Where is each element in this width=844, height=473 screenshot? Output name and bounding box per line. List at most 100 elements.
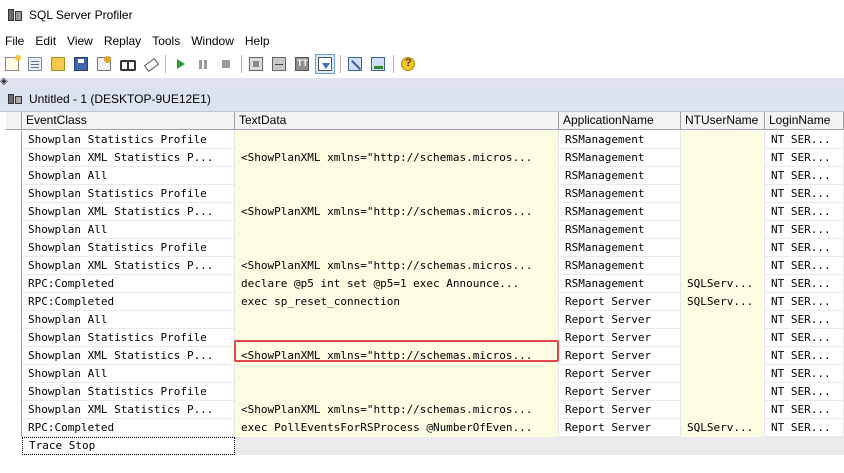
cell-textdata[interactable] (235, 311, 559, 329)
cell-textdata[interactable] (235, 131, 559, 149)
cell-loginname[interactable]: NT SER... (765, 149, 844, 167)
table-row-trace-stop[interactable]: Trace Stop (6, 437, 844, 455)
cell-applicationname[interactable]: RSManagement (559, 167, 681, 185)
cell-eventclass[interactable]: RPC:Completed (22, 275, 235, 293)
cell-applicationname[interactable]: RSManagement (559, 257, 681, 275)
cell-applicationname[interactable]: RSManagement (559, 185, 681, 203)
column-header-textdata[interactable]: TextData (235, 112, 559, 130)
cell-textdata[interactable] (235, 185, 559, 203)
cell-textdata[interactable] (235, 365, 559, 383)
cell-applicationname[interactable]: RSManagement (559, 131, 681, 149)
column-header-applicationname[interactable]: ApplicationName (559, 112, 681, 130)
row-selector[interactable] (6, 329, 22, 347)
cell-eventclass[interactable]: Showplan All (22, 365, 235, 383)
row-selector[interactable] (6, 185, 22, 203)
cell-applicationname[interactable]: Report Server (559, 401, 681, 419)
cell-ntusername[interactable] (681, 257, 765, 275)
pause-trace-button[interactable] (193, 54, 213, 74)
clear-trace-button[interactable] (140, 54, 160, 74)
table-row[interactable]: Showplan XML Statistics P... <ShowPlanXML… (6, 257, 844, 275)
cell-loginname[interactable]: NT SER... (765, 365, 844, 383)
row-selector[interactable] (6, 401, 22, 419)
cell-eventclass[interactable]: Showplan All (22, 167, 235, 185)
cell-textdata[interactable]: <ShowPlanXML xmlns="http://schemas.micro… (235, 203, 559, 221)
menu-file[interactable]: File (0, 34, 30, 48)
row-selector[interactable] (6, 419, 22, 437)
cell-eventclass[interactable]: RPC:Completed (22, 419, 235, 437)
cell-eventclass[interactable]: Showplan XML Statistics P... (22, 347, 235, 365)
cell-eventclass[interactable]: Showplan All (22, 221, 235, 239)
cell-ntusername[interactable] (681, 185, 765, 203)
cell-textdata[interactable] (235, 167, 559, 185)
cell-applicationname[interactable]: Report Server (559, 365, 681, 383)
row-selector[interactable] (6, 347, 22, 365)
table-row[interactable]: Showplan Statistics Profile Report Server… (6, 383, 844, 401)
cell-textdata[interactable]: exec sp_reset_connection (235, 293, 559, 311)
properties-grid-button[interactable] (246, 54, 266, 74)
table-row[interactable]: Showplan XML Statistics P... <ShowPlanXML… (6, 149, 844, 167)
cell-ntusername[interactable] (681, 239, 765, 257)
cell-ntusername[interactable] (681, 167, 765, 185)
menu-view[interactable]: View (62, 34, 99, 48)
cell-ntusername[interactable] (681, 365, 765, 383)
menu-window[interactable]: Window (186, 34, 240, 48)
cell-ntusername[interactable] (681, 149, 765, 167)
cell-ntusername[interactable] (681, 221, 765, 239)
table-row[interactable]: Showplan XML Statistics P... <ShowPlanXML… (6, 203, 844, 221)
row-selector[interactable] (6, 293, 22, 311)
row-selector[interactable] (6, 311, 22, 329)
table-row[interactable]: Showplan All RSManagement NT SER... (6, 167, 844, 185)
cell-eventclass[interactable]: Showplan Statistics Profile (22, 383, 235, 401)
cell-textdata[interactable]: exec PollEventsForRSProcess @NumberOfEve… (235, 419, 559, 437)
cell-eventclass[interactable]: Showplan Statistics Profile (22, 239, 235, 257)
cell-ntusername[interactable] (681, 311, 765, 329)
auto-scroll-button[interactable] (315, 54, 335, 74)
cell-eventclass-selected[interactable]: Trace Stop (22, 437, 235, 455)
cell-ntusername[interactable] (681, 131, 765, 149)
menu-help[interactable]: Help (240, 34, 276, 48)
new-template-button[interactable] (25, 54, 45, 74)
cell-textdata[interactable] (235, 239, 559, 257)
cell-applicationname[interactable]: Report Server (559, 311, 681, 329)
table-row[interactable]: Showplan Statistics Profile Report Server… (6, 329, 844, 347)
performance-monitor-button[interactable] (368, 54, 388, 74)
cell-eventclass[interactable]: Showplan All (22, 311, 235, 329)
cell-applicationname[interactable]: Report Server (559, 419, 681, 437)
cell-ntusername[interactable] (681, 203, 765, 221)
cell-loginname[interactable]: NT SER... (765, 347, 844, 365)
cell-textdata[interactable]: <ShowPlanXML xmlns="http://schemas.micro… (235, 347, 559, 365)
cell-eventclass[interactable]: Showplan XML Statistics P... (22, 257, 235, 275)
row-selector[interactable] (6, 167, 22, 185)
cell-textdata[interactable] (235, 221, 559, 239)
table-row[interactable]: Showplan Statistics Profile RSManagement N… (6, 185, 844, 203)
table-row[interactable]: Showplan Statistics Profile RSManagement N… (6, 131, 844, 149)
table-row[interactable]: Showplan XML Statistics P... <ShowPlanXML… (6, 347, 844, 365)
row-selector[interactable] (6, 149, 22, 167)
cell-ntusername[interactable] (681, 401, 765, 419)
cell-loginname[interactable]: NT SER... (765, 167, 844, 185)
column-header-loginname[interactable]: LoginName (765, 112, 844, 130)
cell-textdata[interactable]: <ShowPlanXML xmlns="http://schemas.micro… (235, 149, 559, 167)
row-selector[interactable] (6, 239, 22, 257)
column-header-ntusername[interactable]: NTUserName (681, 112, 765, 130)
cell-applicationname[interactable]: RSManagement (559, 239, 681, 257)
cell-loginname[interactable]: NT SER... (765, 419, 844, 437)
properties-button[interactable] (94, 54, 114, 74)
cell-textdata[interactable]: <ShowPlanXML xmlns="http://schemas.micro… (235, 401, 559, 419)
cell-applicationname[interactable]: RSManagement (559, 221, 681, 239)
cell-loginname[interactable]: NT SER... (765, 311, 844, 329)
tuning-advisor-button[interactable] (345, 54, 365, 74)
stop-trace-button[interactable] (216, 54, 236, 74)
cell-eventclass[interactable]: Showplan XML Statistics P... (22, 401, 235, 419)
table-row[interactable]: Showplan Statistics Profile RSManagement N… (6, 239, 844, 257)
row-selector[interactable] (6, 365, 22, 383)
cell-loginname[interactable]: NT SER... (765, 383, 844, 401)
row-selector[interactable] (6, 257, 22, 275)
cell-textdata[interactable]: declare @p5 int set @p5=1 exec Announce.… (235, 275, 559, 293)
cell-eventclass[interactable]: Showplan Statistics Profile (22, 131, 235, 149)
row-selector[interactable] (6, 131, 22, 149)
row-selector[interactable] (6, 383, 22, 401)
find-button[interactable] (117, 54, 137, 74)
row-selector[interactable] (6, 275, 22, 293)
row-selector[interactable] (6, 221, 22, 239)
